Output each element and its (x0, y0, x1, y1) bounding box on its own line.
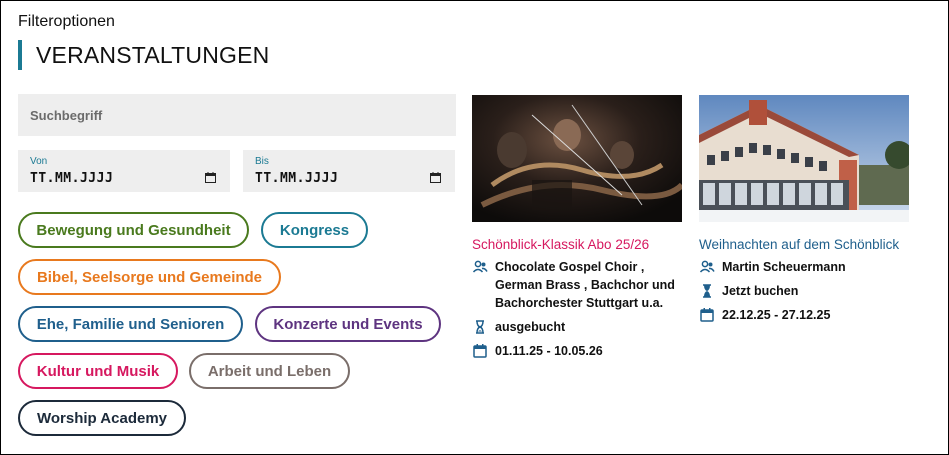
category-pill[interactable]: Kultur und Musik (18, 353, 178, 389)
event-dates-text: 01.11.25 - 10.05.26 (495, 344, 603, 358)
page-frame: Filteroptionen VERANSTALTUNGEN Von TT.MM… (1, 1, 948, 454)
hourglass-icon (703, 284, 711, 298)
people-icon (699, 260, 715, 273)
event-performers: Chocolate Gospel Choir , German Brass , … (472, 258, 682, 312)
date-from-field[interactable]: Von TT.MM.JJJJ (18, 150, 230, 192)
search-input[interactable] (18, 94, 456, 136)
event-title[interactable]: Weihnachten auf dem Schönblick (699, 237, 929, 252)
event-card[interactable]: Weihnachten auf dem Schönblick Martin Sc… (699, 95, 929, 324)
calendar-icon (473, 344, 487, 358)
event-status: ausgebucht (472, 318, 682, 336)
event-status-text: Jetzt buchen (722, 284, 799, 298)
category-pill[interactable]: Konzerte und Events (255, 306, 441, 342)
section-header: VERANSTALTUNGEN (18, 40, 269, 70)
filter-options-title: Filteroptionen (18, 13, 115, 30)
category-pill[interactable]: Arbeit und Leben (189, 353, 350, 389)
category-pill[interactable]: Bewegung und Gesundheit (18, 212, 249, 248)
event-dates-text: 22.12.25 - 27.12.25 (722, 308, 831, 322)
event-performers-text: Chocolate Gospel Choir , German Brass , … (495, 260, 675, 310)
event-dates: 22.12.25 - 27.12.25 (699, 306, 929, 324)
date-from-label: Von (30, 156, 48, 167)
event-dates: 01.11.25 - 10.05.26 (472, 342, 682, 360)
event-status: Jetzt buchen (699, 282, 929, 300)
hourglass-icon (476, 320, 484, 334)
category-pill[interactable]: Ehe, Familie und Senioren (18, 306, 243, 342)
page-title: VERANSTALTUNGEN (36, 41, 270, 68)
event-status-text: ausgebucht (495, 320, 566, 334)
calendar-icon[interactable] (205, 172, 216, 183)
people-icon (472, 260, 488, 273)
event-image-orchestra[interactable] (472, 95, 682, 222)
section-accent-bar (18, 40, 22, 70)
date-to-field[interactable]: Bis TT.MM.JJJJ (243, 150, 455, 192)
event-performers-text: Martin Scheuermann (722, 260, 846, 274)
category-pill[interactable]: Bibel, Seelsorge und Gemeinde (18, 259, 281, 295)
date-to-label: Bis (255, 156, 269, 167)
calendar-icon[interactable] (430, 172, 441, 183)
event-performers: Martin Scheuermann (699, 258, 929, 276)
date-from-value: TT.MM.JJJJ (30, 171, 114, 186)
event-title[interactable]: Schönblick-Klassik Abo 25/26 (472, 237, 682, 252)
calendar-icon (700, 308, 714, 322)
event-image-hotel[interactable] (699, 95, 909, 222)
event-card[interactable]: Schönblick-Klassik Abo 25/26 Chocolate G… (472, 95, 682, 360)
category-pill[interactable]: Kongress (261, 212, 368, 248)
date-to-value: TT.MM.JJJJ (255, 171, 339, 186)
category-pill[interactable]: Worship Academy (18, 400, 186, 436)
